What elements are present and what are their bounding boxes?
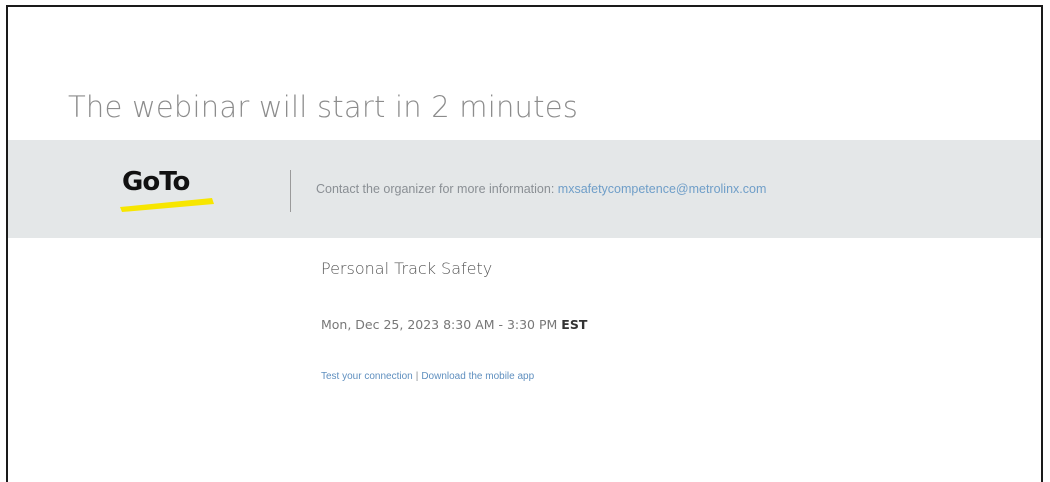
- test-connection-link[interactable]: Test your connection: [321, 371, 413, 382]
- event-title: Personal Track Safety: [321, 259, 493, 278]
- logo-swoosh-icon: [120, 198, 214, 212]
- countdown-title: The webinar will start in 2 minutes: [68, 90, 579, 124]
- webinar-waiting-page: The webinar will start in 2 minutes GoTo…: [6, 5, 1043, 482]
- event-timezone: EST: [561, 317, 588, 332]
- download-mobile-app-link[interactable]: Download the mobile app: [421, 371, 534, 382]
- organizer-contact: Contact the organizer for more informati…: [316, 182, 766, 196]
- contact-prefix: Contact the organizer for more informati…: [316, 182, 558, 196]
- link-separator: |: [415, 371, 419, 382]
- goto-logo: GoTo: [118, 167, 218, 213]
- banner-divider: [290, 170, 291, 212]
- helper-links: Test your connection | Download the mobile…: [321, 371, 534, 382]
- organizer-banner: GoTo Contact the organizer for more info…: [8, 140, 1041, 238]
- event-date-range: Mon, Dec 25, 2023 8:30 AM - 3:30 PM: [321, 317, 558, 332]
- event-datetime: Mon, Dec 25, 2023 8:30 AM - 3:30 PM EST: [321, 317, 587, 332]
- organizer-email-link[interactable]: mxsafetycompetence@metrolinx.com: [558, 182, 767, 196]
